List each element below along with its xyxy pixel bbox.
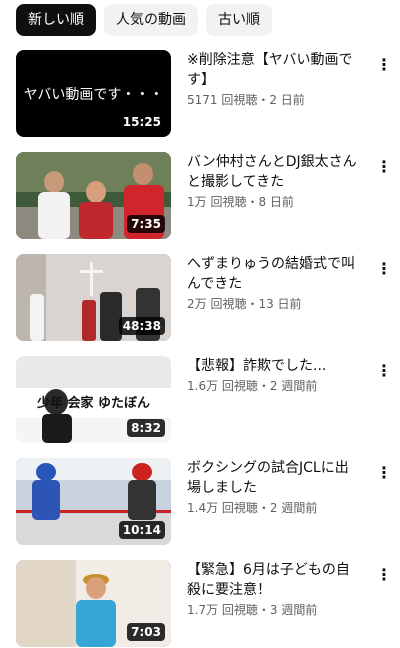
video-item[interactable]: 10:14 ボクシングの試合JCLに出場しました 1.4万 回視聴・2 週間前 … [0,458,400,546]
video-thumbnail[interactable]: 7:03 [16,560,171,647]
video-stats: 1万 回視聴・8 日前 [187,195,294,209]
duration-badge: 8:32 [127,419,165,437]
video-stats: 1.6万 回視聴・2 週間前 [187,379,318,393]
video-item[interactable]: 7:35 バン仲村さんとDJ銀太さんと撮影してきた 1万 回視聴・8 日前 ⋮ [0,152,400,240]
video-thumbnail[interactable]: 48:38 [16,254,171,341]
video-item[interactable]: ヤバい動画です・・・ 15:25 ※削除注意【ヤバい動画です】 5171 回視聴… [0,50,400,138]
video-thumbnail[interactable]: 7:35 [16,152,171,239]
video-title[interactable]: ※削除注意【ヤバい動画です】 [187,50,357,90]
video-thumbnail[interactable]: 10:14 [16,458,171,545]
video-title[interactable]: 【緊急】6月は子どもの自殺に要注意！ [187,560,357,600]
video-item[interactable]: 7:03 【緊急】6月は子どもの自殺に要注意！ 1.7万 回視聴・3 週間前 ⋮ [0,560,400,648]
video-thumbnail[interactable]: 少年 会家 ゆたぼん 8:32 [16,356,171,443]
video-title[interactable]: バン仲村さんとDJ銀太さんと撮影してきた [187,152,357,192]
chip-newest[interactable]: 新しい順 [16,4,96,36]
more-vert-icon[interactable]: ⋮ [372,52,396,76]
filter-chip-bar: 新しい順 人気の動画 古い順 [16,4,272,36]
video-stats: 1.7万 回視聴・3 週間前 [187,603,318,617]
more-vert-icon[interactable]: ⋮ [372,256,396,280]
video-stats: 1.4万 回視聴・2 週間前 [187,501,318,515]
video-thumbnail[interactable]: ヤバい動画です・・・ 15:25 [16,50,171,137]
duration-badge: 15:25 [118,113,165,131]
video-title[interactable]: へずまりゅうの結婚式で叫んできた [187,254,357,294]
chip-oldest[interactable]: 古い順 [206,4,272,36]
video-stats: 5171 回視聴・2 日前 [187,93,305,107]
chip-popular[interactable]: 人気の動画 [104,4,198,36]
video-title[interactable]: 【悲報】詐欺でした... [187,356,357,376]
video-stats: 2万 回視聴・13 日前 [187,297,302,311]
duration-badge: 10:14 [118,521,165,539]
video-item[interactable]: 少年 会家 ゆたぼん 8:32 【悲報】詐欺でした... 1.6万 回視聴・2 … [0,356,400,444]
video-title[interactable]: ボクシングの試合JCLに出場しました [187,458,357,498]
more-vert-icon[interactable]: ⋮ [372,562,396,586]
more-vert-icon[interactable]: ⋮ [372,154,396,178]
more-vert-icon[interactable]: ⋮ [372,460,396,484]
video-item[interactable]: 48:38 へずまりゅうの結婚式で叫んできた 2万 回視聴・13 日前 ⋮ [0,254,400,342]
duration-badge: 7:03 [127,623,165,641]
duration-badge: 48:38 [118,317,165,335]
duration-badge: 7:35 [127,215,165,233]
more-vert-icon[interactable]: ⋮ [372,358,396,382]
